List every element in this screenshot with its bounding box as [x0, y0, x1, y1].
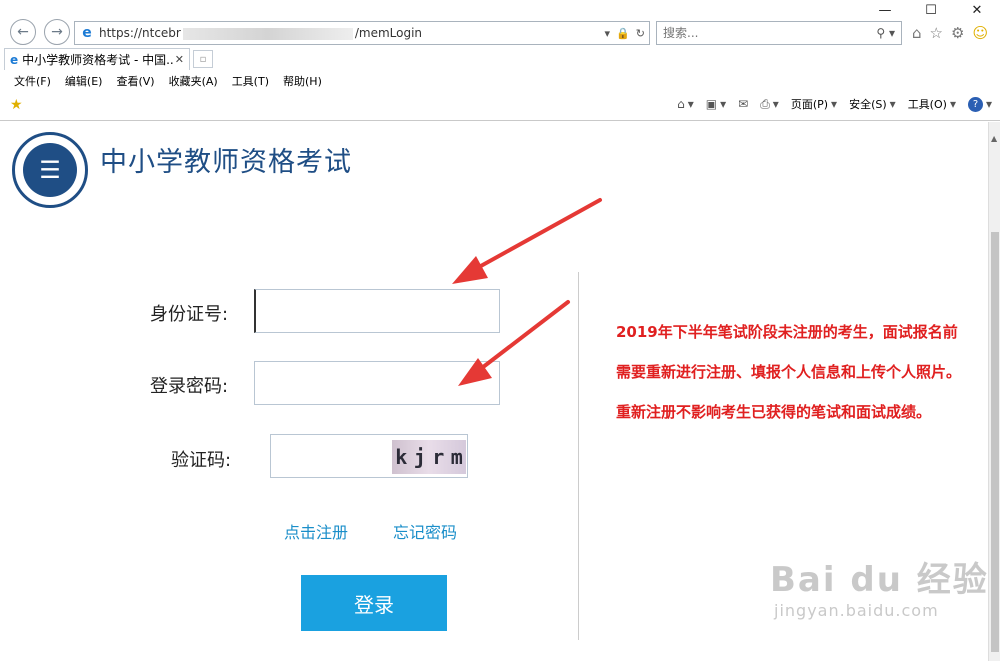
chevron-down-icon: ▾ — [772, 97, 779, 111]
dropdown-icon[interactable]: ▾ — [605, 27, 611, 40]
search-input[interactable] — [663, 26, 843, 40]
new-tab-icon: ▫ — [199, 53, 207, 65]
window-controls: — ☐ ✕ — [862, 0, 1000, 20]
site-logo: ☰ — [12, 132, 88, 208]
gear-icon[interactable]: ⚙ — [951, 24, 964, 42]
menu-view[interactable]: 查看(V) — [116, 73, 154, 89]
smiley-icon[interactable]: ☺ — [972, 24, 988, 42]
lock-icon[interactable]: 🔒 — [616, 27, 630, 40]
minimize-icon[interactable]: — — [862, 0, 908, 20]
home-command[interactable]: ⌂ ▾ — [677, 97, 694, 111]
search-bar[interactable]: ⚲ ▾ — [656, 21, 902, 45]
page-menu[interactable]: 页面(P) ▾ — [791, 96, 837, 112]
search-icon[interactable]: ⚲ ▾ — [876, 26, 895, 40]
command-bar: ★ ⌂ ▾ ▣ ▾ ✉ ⎙ ▾ 页面(P) ▾ 安全(S) ▾ 工具(O) ▾ ? ▾ — [0, 93, 1000, 117]
login-button[interactable]: 登录 — [301, 575, 447, 631]
red-arrow-annotation — [452, 198, 602, 284]
safety-menu-label: 安全(S) — [849, 98, 887, 111]
scroll-thumb[interactable] — [991, 232, 999, 652]
chevron-down-icon: ▾ — [889, 97, 896, 111]
help-command[interactable]: ? ▾ — [967, 96, 992, 112]
vertical-divider — [578, 272, 579, 640]
mail-icon: ✉ — [738, 97, 749, 111]
printer-icon: ⎙ — [760, 96, 770, 111]
site-title: 中小学教师资格考试 — [100, 147, 352, 178]
url-blurred-region — [182, 27, 353, 40]
new-tab-button[interactable]: ▫ — [193, 50, 213, 68]
page-menu-label: 页面(P) — [790, 98, 829, 111]
arrow-left-icon: ← — [17, 24, 29, 40]
back-button[interactable]: ← — [10, 19, 36, 45]
star-icon[interactable]: ☆ — [930, 24, 943, 42]
tab-active[interactable]: e 中小学教师资格考试 - 中国... ✕ — [4, 48, 190, 70]
chevron-down-icon: ▾ — [720, 97, 727, 111]
ie-tab-icon: e — [10, 52, 19, 67]
page-scrollbar[interactable]: ▲ — [988, 122, 1000, 661]
captcha-char: m — [450, 445, 463, 469]
help-icon: ? — [967, 96, 983, 112]
id-label: 身份证号: — [150, 304, 229, 325]
menu-help[interactable]: 帮助(H) — [283, 73, 322, 89]
forgot-password-link[interactable]: 忘记密码 — [393, 519, 457, 543]
watermark-main: Bai du 经验 — [770, 560, 989, 600]
ie-icon: e — [82, 25, 92, 41]
tools-menu[interactable]: 工具(O) ▾ — [908, 96, 956, 112]
chevron-down-icon: ▾ — [831, 97, 838, 111]
menu-bar: 文件(F) 编辑(E) 查看(V) 收藏夹(A) 工具(T) 帮助(H) — [0, 71, 322, 91]
forward-button[interactable]: → — [44, 19, 70, 45]
refresh-icon[interactable]: ↻ — [636, 27, 645, 40]
watermark-sub: jingyan.baidu.com — [774, 601, 939, 620]
menu-edit[interactable]: 编辑(E) — [65, 73, 103, 89]
maximize-icon[interactable]: ☐ — [908, 0, 954, 20]
arrow-right-icon: → — [51, 24, 63, 40]
favorites-star-icon[interactable]: ★ — [10, 97, 23, 113]
command-items: ⌂ ▾ ▣ ▾ ✉ ⎙ ▾ 页面(P) ▾ 安全(S) ▾ 工具(O) ▾ ? ▾ — [677, 96, 992, 112]
tools-menu-label: 工具(O) — [907, 98, 947, 111]
chevron-down-icon: ▾ — [949, 97, 956, 111]
page-content: ☰ 中小学教师资格考试 身份证号: 登录密码: 验证码: k j r m 点击注… — [0, 122, 988, 661]
password-input[interactable] — [254, 361, 500, 405]
chevron-down-icon: ▾ — [687, 97, 694, 111]
menu-favorites[interactable]: 收藏夹(A) — [169, 73, 218, 89]
captcha-image[interactable]: k j r m — [392, 440, 466, 474]
chevron-down-icon: ▾ — [985, 97, 992, 111]
book-icon: ☰ — [23, 143, 77, 197]
menu-tools[interactable]: 工具(T) — [232, 73, 269, 89]
right-toolbar: ⌂ ☆ ⚙ ☺ — [912, 24, 988, 42]
notice-text: 2019年下半年笔试阶段未注册的考生，面试报名前需要重新进行注册、填报个人信息和… — [616, 323, 962, 421]
register-link[interactable]: 点击注册 — [284, 519, 348, 543]
captcha-label: 验证码: — [171, 450, 232, 471]
home-icon[interactable]: ⌂ — [912, 24, 922, 42]
tab-label: 中小学教师资格考试 - 中国... — [22, 53, 175, 67]
url-start: https://ntcebr — [99, 26, 181, 40]
scroll-up-icon[interactable]: ▲ — [991, 134, 997, 143]
mail-command[interactable]: ✉ — [738, 97, 748, 111]
address-bar[interactable]: e https://ntcebr/memLogin ▾ 🔒 ↻ — [74, 21, 650, 45]
id-number-input[interactable] — [254, 289, 500, 333]
captcha-char: j — [413, 445, 426, 469]
address-url[interactable]: https://ntcebr/memLogin — [99, 26, 605, 40]
password-label: 登录密码: — [150, 376, 229, 397]
browser-chrome: — ☐ ✕ ← → e https://ntcebr/memLogin ▾ 🔒 … — [0, 0, 1000, 121]
tab-close-icon[interactable]: ✕ — [175, 53, 184, 66]
menu-file[interactable]: 文件(F) — [14, 73, 51, 89]
rss-icon: ▣ — [705, 97, 718, 111]
feeds-command[interactable]: ▣ ▾ — [706, 97, 726, 111]
captcha-char: k — [395, 445, 408, 469]
home-icon: ⌂ — [677, 97, 685, 111]
tab-row: e 中小学教师资格考试 - 中国... ✕ ▫ — [0, 46, 1000, 70]
captcha-char: r — [432, 445, 445, 469]
safety-menu[interactable]: 安全(S) ▾ — [849, 96, 896, 112]
url-end: /memLogin — [354, 26, 423, 40]
close-icon[interactable]: ✕ — [954, 0, 1000, 20]
baidu-watermark: Bai du 经验 jingyan.baidu.com — [770, 552, 989, 620]
print-command[interactable]: ⎙ ▾ — [760, 97, 779, 112]
address-icons: ▾ 🔒 ↻ — [605, 27, 645, 40]
